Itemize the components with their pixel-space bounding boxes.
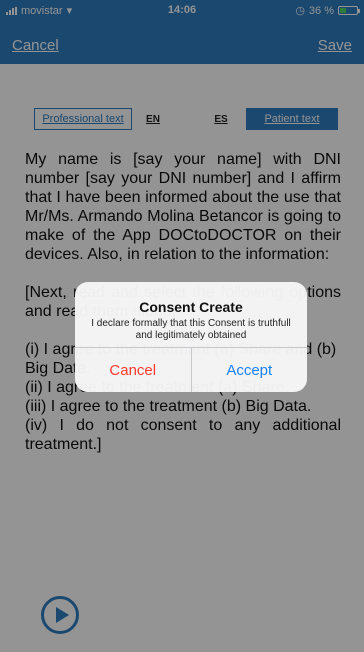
alert-actions: Cancel Accept: [75, 347, 307, 392]
alert-title: Consent Create: [139, 299, 243, 315]
consent-alert-dialog: Consent Create I declare formally that t…: [75, 282, 307, 392]
alert-accept-button[interactable]: Accept: [192, 348, 308, 392]
alert-cancel-button[interactable]: Cancel: [75, 348, 192, 392]
alert-message: I declare formally that this Consent is …: [91, 318, 291, 341]
